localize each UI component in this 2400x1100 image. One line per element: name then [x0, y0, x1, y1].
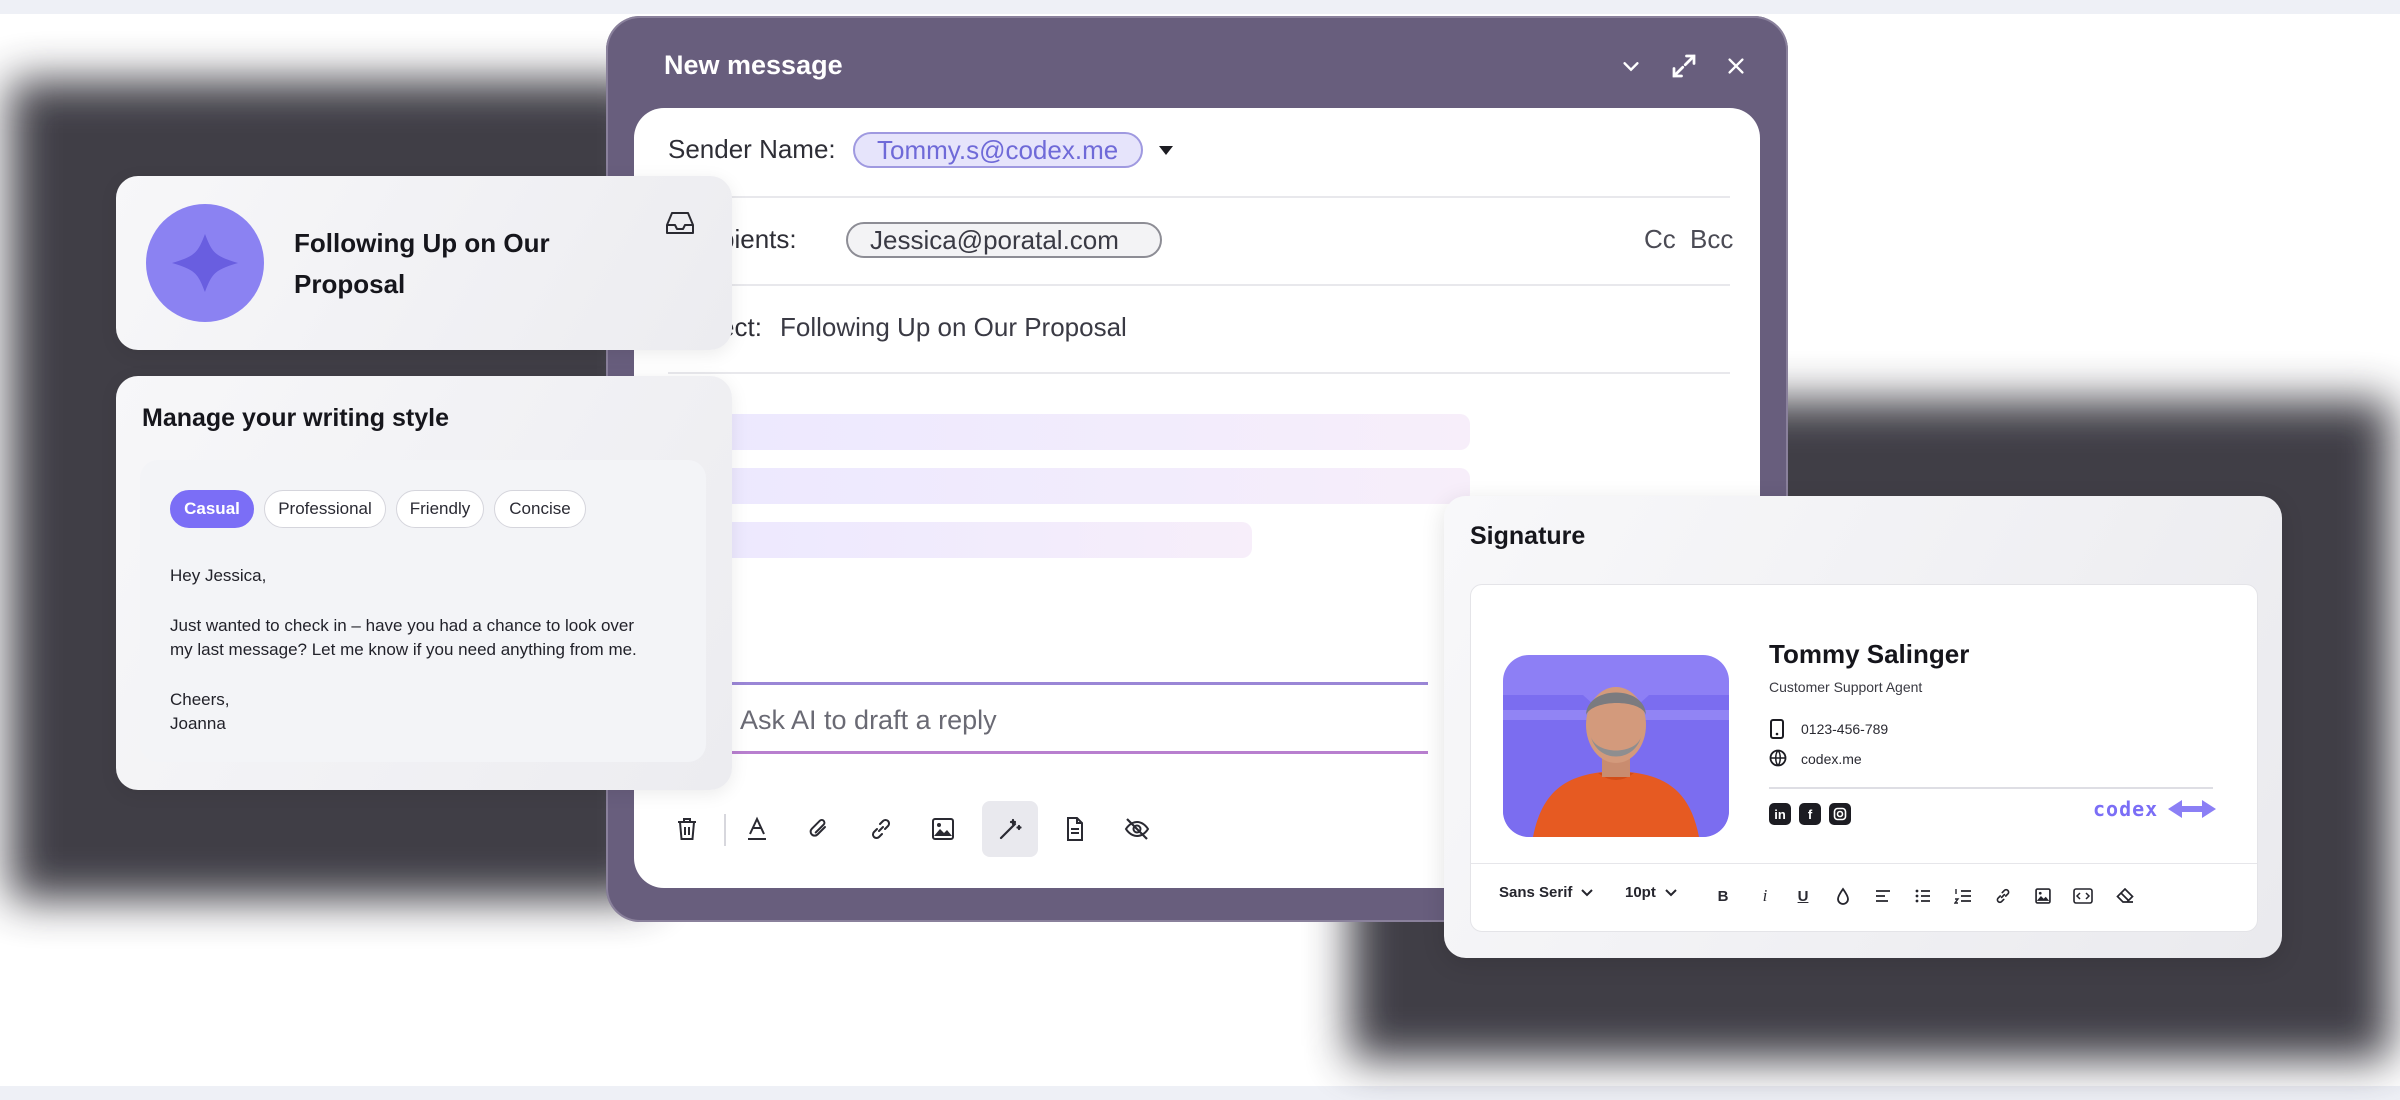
- toolbar-separator: [724, 814, 726, 846]
- codex-wordmark: codex: [2093, 797, 2159, 821]
- expand-button[interactable]: [1664, 46, 1704, 86]
- signature-name: Tommy Salinger: [1769, 639, 1970, 669]
- profile-photo: [1503, 655, 1729, 837]
- signature-divider: [1769, 787, 2213, 789]
- image-icon[interactable]: [918, 804, 968, 854]
- close-button[interactable]: [1716, 46, 1756, 86]
- subject-row: Subject: Following Up on Our Proposal: [668, 284, 1730, 374]
- message-body-line: my last message? Let me know if you need…: [170, 640, 637, 659]
- linkedin-icon[interactable]: in: [1769, 803, 1791, 825]
- message-closing: Cheers,: [170, 690, 230, 709]
- underline-button[interactable]: U: [1789, 882, 1817, 910]
- chip-concise[interactable]: Concise: [494, 490, 586, 528]
- font-family-value: Sans Serif: [1499, 884, 1573, 901]
- draft-placeholder-line: [668, 414, 1470, 450]
- eraser-icon[interactable]: [2111, 882, 2139, 910]
- signature-phone: 0123-456-789: [1801, 721, 1889, 737]
- globe-icon: [1769, 749, 1787, 767]
- signature-website: codex.me: [1801, 751, 1862, 767]
- compose-title: New message: [664, 50, 843, 80]
- link-icon[interactable]: [856, 804, 906, 854]
- italic-button[interactable]: i: [1751, 882, 1779, 910]
- instagram-icon[interactable]: [1829, 803, 1851, 825]
- sender-dropdown-icon[interactable]: [1158, 144, 1174, 156]
- recipient-pill[interactable]: Jessica@poratal.com: [846, 222, 1162, 258]
- eye-off-icon[interactable]: [1112, 804, 1162, 854]
- chevron-down-icon: [1665, 888, 1677, 896]
- font-size-select[interactable]: 10pt: [1625, 884, 1678, 901]
- cc-button[interactable]: Cc: [1644, 224, 1676, 255]
- signature-title: Signature: [1470, 522, 1586, 550]
- insert-link-icon[interactable]: [1989, 882, 2017, 910]
- proposal-title-line1: Following Up on Our: [294, 228, 550, 258]
- bottom-band: [0, 1086, 2400, 1100]
- message-sender: Joanna: [170, 714, 226, 733]
- message-greeting: Hey Jessica,: [170, 566, 267, 585]
- signature-role: Customer Support Agent: [1769, 679, 1923, 695]
- codex-logo-icon: [2168, 800, 2217, 818]
- signature-preview: Tommy Salinger Customer Support Agent 01…: [1470, 584, 2258, 932]
- subject-input[interactable]: Following Up on Our Proposal: [780, 312, 1127, 343]
- signature-format-toolbar: Sans Serif 10pt B i U: [1471, 863, 2257, 932]
- ai-prompt-box[interactable]: Ask AI to draft a reply: [668, 682, 1428, 754]
- align-left-icon[interactable]: [1869, 882, 1897, 910]
- chip-friendly[interactable]: Friendly: [396, 490, 484, 528]
- fill-color-icon[interactable]: [1829, 882, 1857, 910]
- sender-row: Sender Name: Tommy.s@codex.me: [668, 108, 1730, 198]
- document-icon[interactable]: [1050, 804, 1100, 854]
- draft-placeholder-line: [668, 468, 1470, 504]
- writing-style-card: Manage your writing style Casual Profess…: [116, 376, 732, 790]
- message-body-line: Just wanted to check in – have you had a…: [170, 616, 635, 635]
- expand-icon: [1672, 54, 1696, 78]
- codex-logo-badge: [146, 204, 264, 322]
- inbox-icon[interactable]: [664, 208, 696, 238]
- sender-label: Sender Name:: [668, 134, 836, 164]
- chevron-down-icon: [1581, 888, 1594, 896]
- facebook-icon[interactable]: f: [1799, 803, 1821, 825]
- close-icon: [1728, 58, 1744, 74]
- phone-icon: [1770, 719, 1784, 739]
- ai-prompt-input[interactable]: Ask AI to draft a reply: [740, 705, 997, 736]
- chip-casual[interactable]: Casual: [170, 490, 254, 528]
- bcc-button[interactable]: Bcc: [1690, 224, 1733, 255]
- recipients-row: Recipients: Jessica@poratal.com Cc Bcc: [668, 196, 1733, 286]
- trash-icon[interactable]: [662, 804, 712, 854]
- sender-pill[interactable]: Tommy.s@codex.me: [853, 132, 1143, 168]
- signature-card: Signature Tommy Salinger Customer Suppor…: [1444, 496, 2282, 958]
- chevron-down-icon: [1623, 62, 1639, 72]
- numbered-list-icon[interactable]: [1949, 882, 1977, 910]
- bold-button[interactable]: B: [1709, 882, 1737, 910]
- proposal-card[interactable]: Following Up on Our Proposal: [116, 176, 732, 350]
- chip-professional[interactable]: Professional: [264, 490, 386, 528]
- bullet-list-icon[interactable]: [1909, 882, 1937, 910]
- text-color-icon[interactable]: [732, 804, 782, 854]
- draft-placeholder-line: [668, 522, 1252, 558]
- code-view-icon[interactable]: [2069, 882, 2097, 910]
- magic-wand-icon[interactable]: [982, 801, 1038, 857]
- insert-image-icon[interactable]: [2029, 882, 2057, 910]
- writing-style-preview: Casual Professional Friendly Concise Hey…: [140, 460, 706, 762]
- font-size-value: 10pt: [1625, 884, 1656, 901]
- top-band: [0, 0, 2400, 14]
- font-family-select[interactable]: Sans Serif: [1499, 884, 1594, 901]
- proposal-title-line2: Proposal: [294, 269, 406, 299]
- codex-brand: codex: [2093, 797, 2218, 821]
- attach-icon[interactable]: [794, 804, 844, 854]
- writing-style-title: Manage your writing style: [142, 404, 450, 432]
- minimize-button[interactable]: [1611, 46, 1651, 86]
- codex-star-icon: [172, 234, 238, 292]
